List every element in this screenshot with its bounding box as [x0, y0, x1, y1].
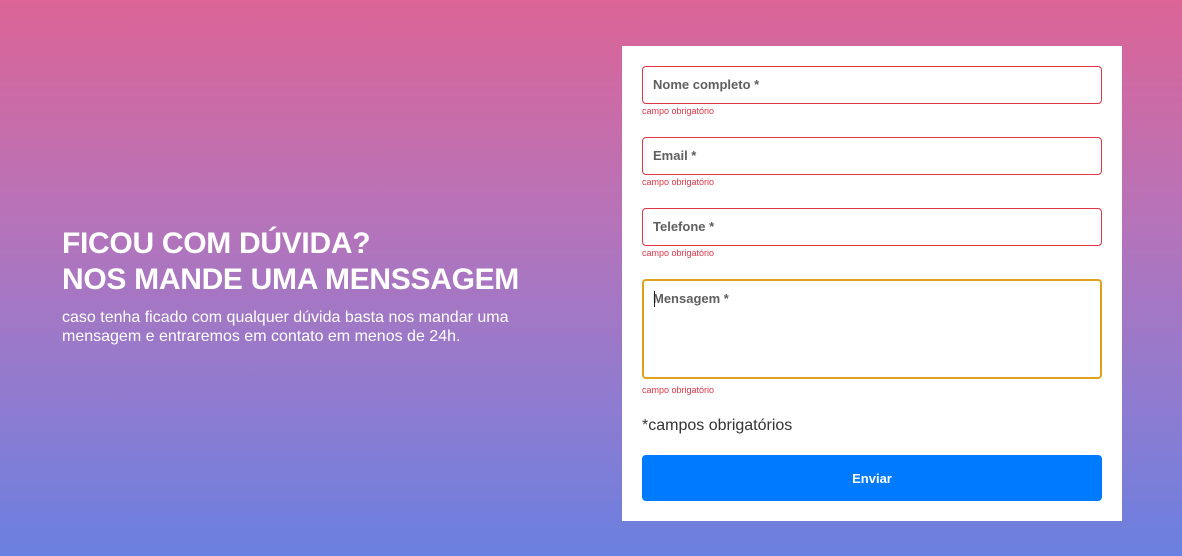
contact-form: Nome completo * campo obrigatório Email …: [622, 46, 1122, 521]
hero-heading-line-1: FICOU COM DÚVIDA?: [62, 227, 371, 260]
email-error: campo obrigatório: [642, 177, 715, 187]
full-name-label: Nome completo *: [653, 77, 760, 92]
text-caret: [654, 291, 655, 307]
phone-error: campo obrigatório: [642, 248, 715, 258]
full-name-field[interactable]: Nome completo *: [642, 66, 1102, 104]
hero-subtitle: caso tenha ficado com qualquer dúvida ba…: [62, 309, 509, 345]
email-label: Email *: [653, 148, 697, 163]
message-label: Mensagem *: [653, 291, 729, 306]
email-field[interactable]: Email *: [642, 137, 1102, 175]
submit-button[interactable]: Enviar: [642, 455, 1102, 501]
full-name-error: campo obrigatório: [642, 106, 715, 116]
hero-section: FICOU COM DÚVIDA? NOS MANDE UMA MENSSAGE…: [62, 226, 582, 346]
message-textarea[interactable]: Mensagem *: [642, 279, 1102, 379]
required-fields-note: *campos obrigatórios: [642, 417, 793, 434]
hero-heading-line-2: NOS MANDE UMA MENSSAGEM: [62, 263, 520, 296]
phone-field[interactable]: Telefone *: [642, 208, 1102, 246]
phone-label: Telefone *: [653, 219, 715, 234]
message-error: campo obrigatório: [642, 385, 715, 395]
